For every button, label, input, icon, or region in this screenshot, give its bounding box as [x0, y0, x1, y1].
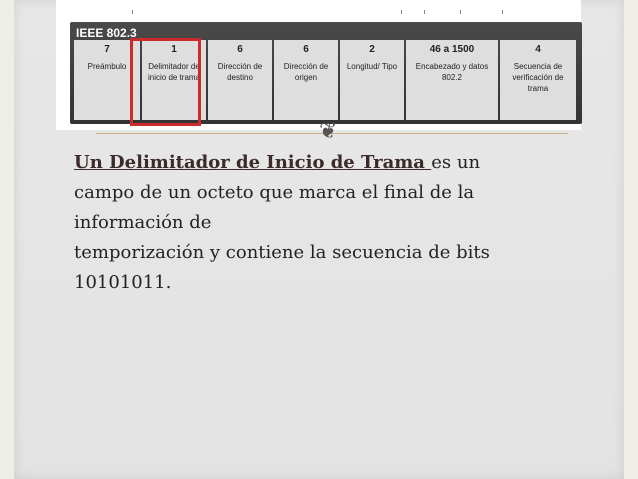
standard-label: IEEE 802.3 [76, 26, 137, 40]
tick [132, 10, 133, 14]
body-line-1: Un Delimitador de Inicio de Trama es un [74, 148, 594, 178]
field-cell: 6 Dirección de destino [208, 40, 272, 120]
field-name: Dirección de destino [217, 62, 263, 82]
fleuron-icon: ❦ [319, 119, 338, 144]
body-line-2: campo de un octeto que marca el final de… [74, 182, 475, 203]
tick [401, 10, 402, 14]
field-bytes: 6 [303, 44, 309, 55]
field-name: Dirección de origen [283, 62, 329, 82]
field-bytes: 6 [237, 44, 243, 55]
field-bytes: 46 a 1500 [429, 44, 475, 55]
ruler-ticks [56, 0, 581, 20]
field-cell: 4 Secuencia de verificación de trama [500, 40, 576, 120]
field-cell: 46 a 1500 Encabezado y datos 802.2 [406, 40, 498, 120]
field-name: Encabezado y datos 802.2 [415, 62, 489, 82]
slide: IEEE 802.3 7 Preámbulo 1 Delimitador de … [14, 0, 624, 479]
body-line-4: temporización y contiene la secuencia de… [74, 242, 490, 263]
body-line-5: 10101011. [74, 272, 172, 293]
field-name: Longitud/ Tipo [346, 62, 398, 71]
tick [424, 10, 425, 14]
body-line-3: información de [74, 212, 212, 233]
field-cell: 6 Dirección de origen [274, 40, 338, 120]
tick [502, 10, 503, 14]
field-bytes: 7 [104, 44, 110, 55]
ethernet-frame-diagram: IEEE 802.3 7 Preámbulo 1 Delimitador de … [56, 0, 582, 130]
field-name: Preámbulo [87, 62, 127, 71]
field-bytes: 2 [369, 44, 375, 55]
highlighted-term: Un Delimitador de Inicio de Trama [74, 152, 432, 173]
sfd-highlight-box [130, 38, 201, 126]
tick [460, 10, 461, 14]
field-name: Secuencia de verificación de trama [512, 62, 564, 93]
body-paragraph: Un Delimitador de Inicio de Trama es un … [74, 148, 594, 298]
field-bytes: 4 [535, 44, 541, 55]
field-cell: 2 Longitud/ Tipo [340, 40, 404, 120]
body-line-1-rest: es un [431, 152, 481, 173]
